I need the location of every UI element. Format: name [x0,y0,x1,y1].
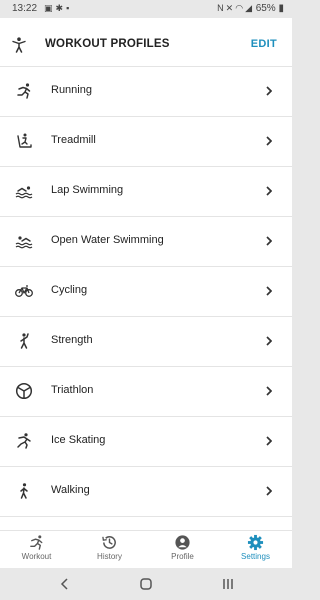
profile-icon [175,535,190,550]
page-title: Workout Profiles [45,38,170,50]
list-item-label: Triathlon [51,384,94,396]
list-item-open-water-swimming[interactable]: Open Water Swimming [0,217,292,267]
list-item-treadmill[interactable]: Treadmill [0,117,292,167]
list-item-walking[interactable]: Walking [0,467,292,517]
chevron-right-icon [266,336,272,346]
image-icon: ▣ [44,3,56,13]
settings-gear-icon [247,534,264,551]
list-item-label: Running [51,84,92,96]
list-item-cycling[interactable]: Cycling [0,267,292,317]
battery-percent: 65% [255,3,276,14]
list-item-label: Open Water Swimming [51,234,164,246]
tab-settings[interactable]: Settings [219,531,292,569]
recents-icon[interactable] [220,576,236,592]
mute-icon: ✕ [225,3,236,13]
walking-icon [20,483,28,499]
battery-icon: ▮ [278,3,284,14]
tab-label: Settings [241,552,270,561]
bottom-tab-bar: Workout History Profile Settings [0,530,292,569]
home-icon[interactable] [138,576,154,592]
list-item-label: Walking [51,484,90,496]
strength-icon [20,333,29,349]
chevron-right-icon [266,386,272,396]
chevron-right-icon [266,186,272,196]
back-icon[interactable] [57,576,73,592]
chevron-right-icon [266,136,272,146]
edit-button[interactable]: EDIT [251,38,277,50]
open-water-swimming-icon [15,236,33,249]
app-content: Workout Profiles EDIT Running Treadmill [0,18,292,530]
list-item-label: Treadmill [51,134,96,146]
status-notification-icons: ▣✱▪ [44,3,72,14]
lap-swimming-icon [15,186,33,199]
status-bar: 13:22 ▣✱▪ N✕◠◢ 65% ▮ [0,0,292,18]
tab-profile[interactable]: Profile [146,531,219,569]
list-item-strength[interactable]: Strength [0,317,292,367]
ice-skating-icon [17,433,31,449]
workout-profile-list: Running Treadmill Lap Swimming Open Wate… [0,67,292,517]
nfc-icon: N [217,3,226,13]
chevron-right-icon [266,436,272,446]
chevron-right-icon [266,486,272,496]
tab-workout[interactable]: Workout [0,531,73,569]
list-item-lap-swimming[interactable]: Lap Swimming [0,167,292,217]
workout-icon [30,535,43,550]
chevron-right-icon [266,236,272,246]
battery-level: 65% ▮ [256,3,284,14]
system-navigation-bar [0,568,292,600]
list-item-running[interactable]: Running [0,67,292,117]
history-icon [102,536,116,549]
tab-label: Profile [171,552,194,561]
status-time: 13:22 [12,3,38,14]
tab-label: Workout [21,552,52,561]
list-item-label: Cycling [51,284,88,296]
treadmill-icon [17,133,32,148]
list-item-label: Ice Skating [51,434,106,446]
triathlon-icon [15,382,33,400]
page-header: Workout Profiles EDIT [0,24,292,67]
chevron-right-icon [266,86,272,96]
list-item-triathlon[interactable]: Triathlon [0,367,292,417]
lock-icon: ▪ [66,3,73,13]
tab-label: History [97,552,122,561]
cycling-icon [15,285,33,297]
list-item-ice-skating[interactable]: Ice Skating [0,417,292,467]
tab-history[interactable]: History [73,531,146,569]
list-item-label: Strength [51,334,93,346]
person-stand-icon [12,37,26,53]
notification-icon: ✱ [55,3,67,13]
status-system-icons: N✕◠◢ [217,3,254,14]
running-icon [17,83,31,99]
wifi-icon: ◠ [235,3,246,13]
chevron-right-icon [266,286,272,296]
list-item-label: Lap Swimming [51,184,124,196]
signal-icon: ◢ [245,3,254,13]
